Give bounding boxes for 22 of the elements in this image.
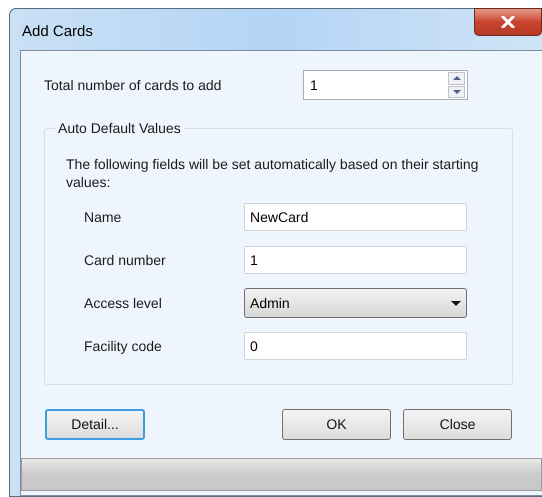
field-label: Name (84, 208, 122, 226)
dialog-button[interactable]: Close (403, 409, 512, 440)
field-label: Total number of cards to add (44, 76, 222, 94)
description-text: The following fields will be set automatically based on their starting values: (66, 155, 480, 191)
dropdown-arrow-icon (451, 300, 461, 306)
up-arrow-icon (452, 76, 460, 80)
close-icon (501, 16, 515, 28)
dropdown[interactable]: Admin (244, 288, 467, 318)
window-title: Add Cards (22, 22, 93, 42)
field-label: Facility code (84, 336, 163, 356)
spin-down-button[interactable] (448, 86, 465, 98)
spin-up-button[interactable] (448, 72, 465, 84)
text-field[interactable]: 0 (244, 332, 467, 360)
number-spinner[interactable]: 1 (303, 70, 468, 100)
field-label: Access level (84, 294, 163, 312)
down-arrow-icon (452, 90, 460, 94)
dialog-button[interactable]: Detail... (45, 409, 145, 440)
dialog-button[interactable]: OK (282, 409, 391, 440)
text-field[interactable]: 1 (244, 246, 467, 274)
text-field[interactable]: NewCard (244, 203, 467, 231)
close-button[interactable] (474, 8, 542, 36)
field-label: Card number (84, 250, 167, 270)
